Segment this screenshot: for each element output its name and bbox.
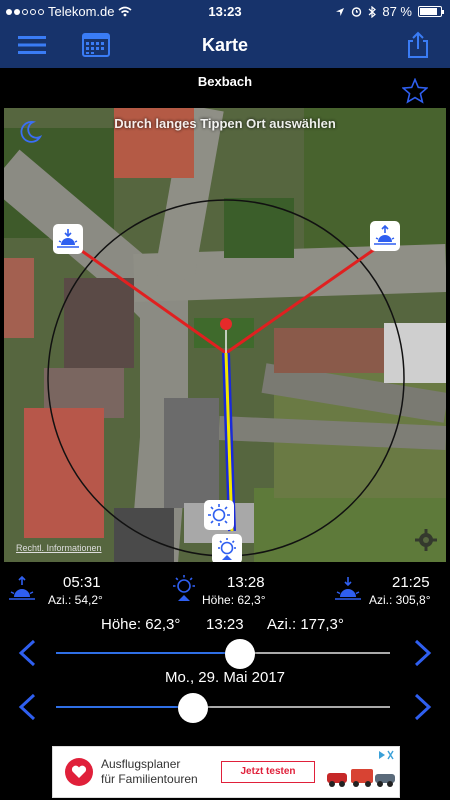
- time-slider-track[interactable]: [56, 652, 390, 654]
- sunset-azimuth: Azi.: 305,8°: [369, 593, 431, 607]
- solar-noon-icon: [218, 538, 236, 560]
- battery-icon: [418, 6, 444, 17]
- sun-icon: [208, 504, 230, 526]
- share-icon: [408, 31, 428, 58]
- time-slider-thumb[interactable]: [224, 639, 255, 669]
- time-slider-row: [0, 633, 450, 673]
- sunrise-icon: [57, 229, 79, 248]
- ad-cars-image: [327, 769, 395, 787]
- page-title: Karte: [201, 35, 249, 55]
- solar-noon-time: 13:28: [227, 574, 265, 591]
- solar-noon-marker[interactable]: [212, 534, 242, 562]
- sunset-icon: [374, 225, 396, 245]
- ad-banner[interactable]: Ausflugsplaner für Familientouren Jetzt …: [52, 746, 400, 798]
- selected-date: Mo., 29. Mai 2017: [164, 669, 286, 686]
- location-bar: Bexbach: [0, 68, 450, 108]
- bluetooth-icon: [368, 5, 377, 18]
- sunset-time: 21:25: [392, 574, 430, 591]
- sun-times-row: 05:31 Azi.: 54,2° 13:28 Höhe: 62,3° 21:2…: [0, 572, 450, 612]
- sunset-icon: [335, 577, 361, 600]
- legal-info-link[interactable]: Rechtl. Informationen: [16, 543, 102, 553]
- satellite-map[interactable]: Durch langes Tippen Ort auswählen Rechtl…: [4, 108, 446, 562]
- sun-position-marker[interactable]: [204, 500, 234, 530]
- sunrise-time: 05:31: [63, 574, 101, 591]
- heart-icon: [71, 765, 87, 778]
- current-time: 13:23: [206, 616, 244, 633]
- star-icon[interactable]: [402, 78, 428, 104]
- time-back-button[interactable]: [14, 639, 42, 667]
- location-arrow-icon: [336, 7, 345, 16]
- adchoices-icon[interactable]: [377, 749, 395, 761]
- time-forward-button[interactable]: [408, 639, 436, 667]
- navigation-bar: Karte: [0, 22, 450, 68]
- ad-logo: [65, 758, 93, 786]
- date-slider-row: [0, 687, 450, 727]
- ad-line-1: Ausflugsplaner: [101, 757, 181, 771]
- sunset-marker[interactable]: [370, 221, 400, 251]
- map-hint: Durch langes Tippen Ort auswählen: [114, 116, 336, 131]
- sunrise-icon: [9, 576, 35, 600]
- ad-cta-button[interactable]: Jetzt testen: [221, 761, 315, 783]
- current-altitude: Höhe: 62,3°: [101, 616, 181, 633]
- moon-icon[interactable]: [18, 120, 42, 144]
- date-forward-button[interactable]: [408, 693, 436, 721]
- status-right: 87 %: [335, 4, 444, 19]
- current-azimuth: Azi.: 177,3°: [267, 616, 344, 633]
- date-slider-track[interactable]: [56, 706, 390, 708]
- gear-icon[interactable]: [414, 528, 438, 552]
- share-button[interactable]: [402, 30, 434, 60]
- solar-noon-icon: [173, 575, 195, 601]
- alarm-icon: [352, 7, 362, 17]
- map-imagery: [4, 108, 446, 562]
- battery-percent: 87 %: [382, 4, 412, 19]
- sunrise-marker[interactable]: [53, 224, 83, 254]
- ad-text: Ausflugsplaner für Familientouren: [101, 757, 198, 787]
- location-name: Bexbach: [197, 74, 253, 89]
- solar-noon-altitude: Höhe: 62,3°: [202, 593, 266, 607]
- date-back-button[interactable]: [14, 693, 42, 721]
- sunrise-azimuth: Azi.: 54,2°: [48, 593, 103, 607]
- date-slider-thumb[interactable]: [177, 693, 208, 723]
- status-bar: Telekom.de 13:23 87 %: [0, 0, 450, 22]
- ad-line-2: für Familientouren: [101, 772, 198, 786]
